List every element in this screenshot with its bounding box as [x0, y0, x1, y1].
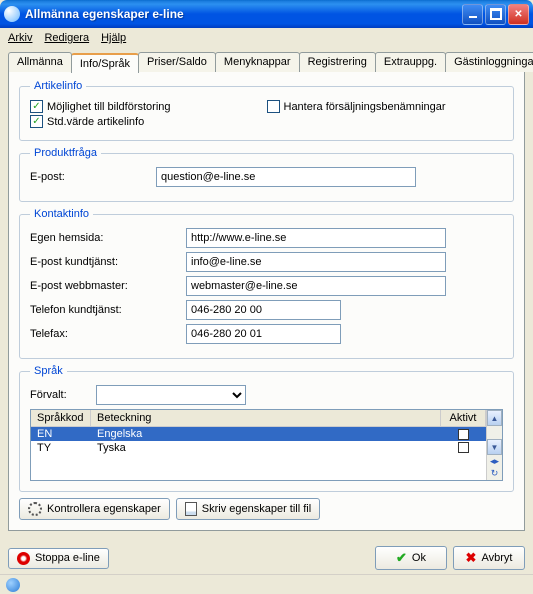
check-icon: ✔: [396, 550, 407, 566]
tab-registrering[interactable]: Registrering: [299, 52, 376, 72]
menu-edit[interactable]: Redigera: [44, 32, 89, 44]
checkbox-default-artikelinfo[interactable]: ✓: [30, 115, 43, 128]
label-epost-webbmaster: E-post webbmaster:: [30, 280, 180, 292]
group-sprak: Språk Förvalt: Språkkod Beteckning Aktiv…: [19, 365, 514, 492]
legend-kontaktinfo: Kontaktinfo: [30, 208, 93, 220]
input-telefax[interactable]: [186, 324, 341, 344]
tab-panel: Artikelinfo ✓ Möjlighet till bildförstor…: [8, 71, 525, 531]
label-sales-names: Hantera försäljningsbenämningar: [284, 101, 446, 113]
app-icon: [4, 6, 20, 22]
group-produktfraga: Produktfråga E-post:: [19, 147, 514, 202]
stop-icon: [17, 552, 30, 565]
input-telefon-kundtjanst[interactable]: [186, 300, 341, 320]
label-epost-kundtjanst: E-post kundtjänst:: [30, 256, 180, 268]
menu-help[interactable]: Hjälp: [101, 32, 126, 44]
scroll-up-icon[interactable]: ▲: [487, 410, 502, 426]
panel-buttons: Kontrollera egenskaper Skriv egenskaper …: [19, 498, 514, 520]
group-kontaktinfo: Kontaktinfo Egen hemsida: E-post kundtjä…: [19, 208, 514, 359]
input-hemsida[interactable]: [186, 228, 446, 248]
minimize-button[interactable]: [462, 4, 483, 25]
check-properties-button[interactable]: Kontrollera egenskaper: [19, 498, 170, 520]
label-forvalt: Förvalt:: [30, 389, 90, 401]
checkbox-row-active[interactable]: [458, 442, 469, 453]
legend-artikelinfo: Artikelinfo: [30, 80, 86, 92]
group-artikelinfo: Artikelinfo ✓ Möjlighet till bildförstor…: [19, 80, 514, 141]
status-bar: [0, 574, 533, 594]
scroll-down-icon[interactable]: ▼: [487, 439, 502, 455]
cell-name: Engelska: [91, 427, 441, 441]
cell-code: EN: [31, 427, 91, 441]
button-label: Ok: [412, 552, 426, 564]
cell-code: TY: [31, 441, 91, 457]
status-icon: [6, 578, 20, 592]
input-epost-webbmaster[interactable]: [186, 276, 446, 296]
legend-produktfraga: Produktfråga: [30, 147, 101, 159]
header-aktivt[interactable]: Aktivt: [441, 410, 486, 426]
cell-active: [441, 441, 486, 457]
window-title: Allmänna egenskaper e-line: [25, 7, 462, 21]
checkbox-row-active[interactable]: ✓: [458, 429, 469, 440]
button-label: Avbryt: [481, 552, 512, 564]
menubar: Arkiv Redigera Hjälp: [0, 28, 533, 48]
write-properties-button[interactable]: Skriv egenskaper till fil: [176, 498, 320, 520]
tab-strip: Allmänna Info/Språk Priser/Saldo Menykna…: [8, 52, 525, 72]
checkbox-image-zoom[interactable]: ✓: [30, 100, 43, 113]
input-epost-kundtjanst[interactable]: [186, 252, 446, 272]
menu-file[interactable]: Arkiv: [8, 32, 32, 44]
tab-gastinloggningar[interactable]: Gästinloggningar: [445, 52, 533, 72]
table-header: Språkkod Beteckning Aktivt: [31, 410, 486, 427]
table-row[interactable]: TY Tyska: [31, 441, 486, 457]
maximize-button[interactable]: [485, 4, 506, 25]
tab-priser-saldo[interactable]: Priser/Saldo: [138, 52, 216, 72]
label-default-artikelinfo: Std.värde artikelinfo: [47, 116, 144, 128]
tab-extrauppg[interactable]: Extrauppg.: [375, 52, 446, 72]
label-hemsida: Egen hemsida:: [30, 232, 180, 244]
language-table: Språkkod Beteckning Aktivt EN Engelska ✓…: [30, 409, 503, 481]
tab-menyknappar[interactable]: Menyknappar: [215, 52, 300, 72]
select-forvalt[interactable]: [96, 385, 246, 405]
table-row[interactable]: EN Engelska ✓: [31, 427, 486, 441]
cancel-button[interactable]: ✖ Avbryt: [453, 546, 525, 570]
header-beteckning[interactable]: Beteckning: [91, 410, 441, 426]
footer-bar: Stoppa e-line ✔ Ok ✖ Avbryt: [0, 540, 533, 574]
label-product-email: E-post:: [30, 171, 150, 183]
button-label: Kontrollera egenskaper: [47, 503, 161, 515]
ok-button[interactable]: ✔ Ok: [375, 546, 447, 570]
close-button[interactable]: [508, 4, 529, 25]
scrollbar[interactable]: ▲ ▼ ◂▸ ↻: [486, 410, 502, 480]
legend-sprak: Språk: [30, 365, 67, 377]
titlebar: Allmänna egenskaper e-line: [0, 0, 533, 28]
label-telefax: Telefax:: [30, 328, 180, 340]
label-image-zoom: Möjlighet till bildförstoring: [47, 101, 171, 113]
tab-info-sprak[interactable]: Info/Språk: [71, 53, 139, 73]
button-label: Skriv egenskaper till fil: [202, 503, 311, 515]
window-controls: [462, 4, 529, 25]
refresh-icon[interactable]: ↻: [488, 468, 501, 479]
cell-active: ✓: [441, 427, 486, 441]
header-sprakkod[interactable]: Språkkod: [31, 410, 91, 426]
label-telefon-kundtjanst: Telefon kundtjänst:: [30, 304, 180, 316]
nav-left-right-icon[interactable]: ◂▸: [488, 456, 501, 467]
cell-name: Tyska: [91, 441, 441, 457]
button-label: Stoppa e-line: [35, 552, 100, 564]
document-icon: [185, 502, 197, 516]
checkbox-sales-names[interactable]: ✓: [267, 100, 280, 113]
stop-eline-button[interactable]: Stoppa e-line: [8, 548, 109, 569]
gear-icon: [28, 502, 42, 516]
input-product-email[interactable]: [156, 167, 416, 187]
tab-allmanna[interactable]: Allmänna: [8, 52, 72, 72]
cancel-icon: ✖: [466, 550, 477, 566]
